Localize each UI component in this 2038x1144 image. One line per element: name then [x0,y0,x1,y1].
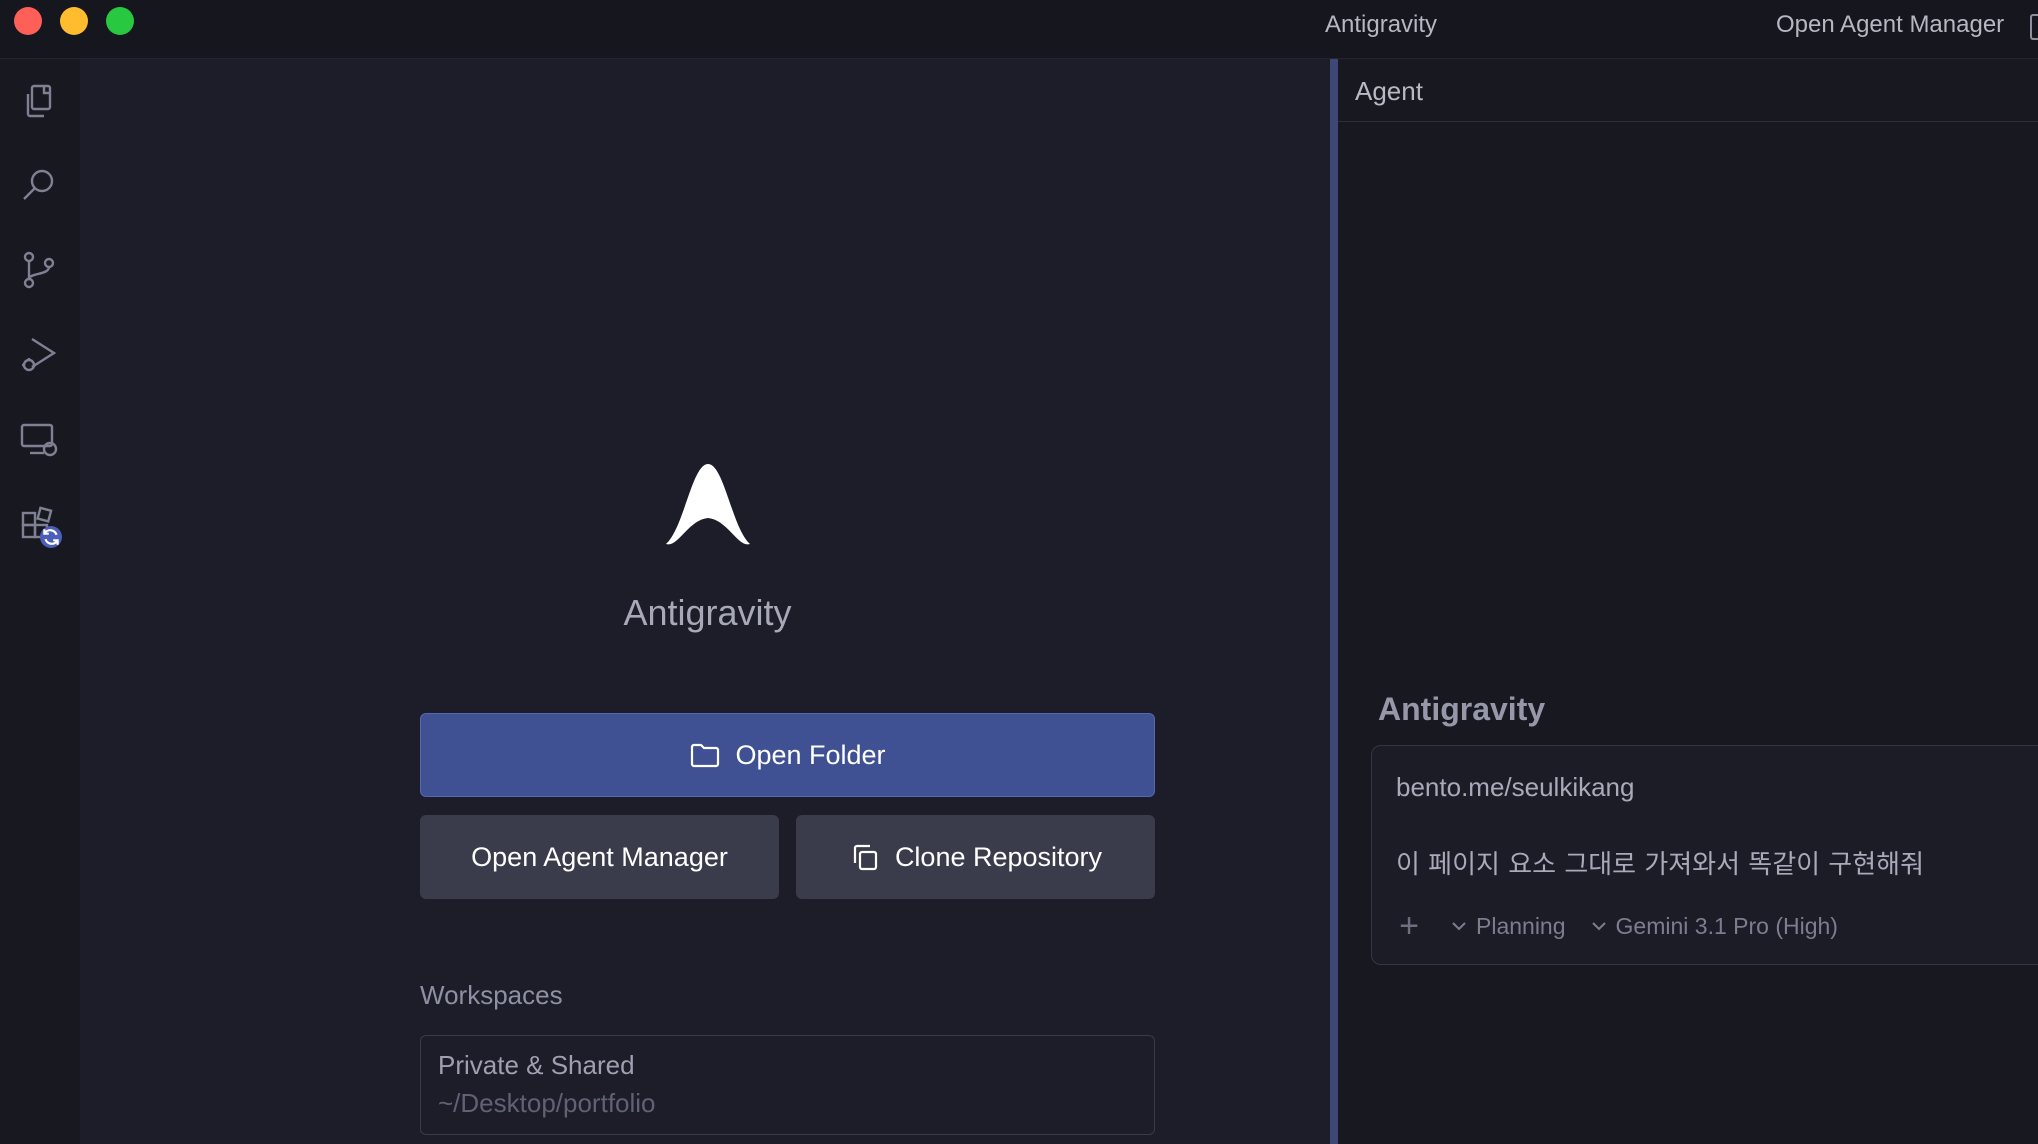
workspace-path: ~/Desktop/portfolio [438,1088,656,1118]
agent-panel-header: Agent [1338,59,2038,122]
add-context-icon[interactable]: + [1392,909,1426,943]
folder-icon [691,743,720,768]
explorer-icon[interactable] [18,81,60,123]
agent-panel: Agent Antigravity bento.me/seulkikang 이 … [1338,59,2038,1144]
activity-bar [0,59,80,1144]
prompt-text-line-1: bento.me/seulkikang [1396,772,1635,802]
prompt-text-line-2: 이 페이지 요소 그대로 가져와서 똑같이 구현해줘 [1396,850,1924,880]
extensions-icon[interactable] [18,504,62,548]
agent-tab-title[interactable]: Agent [1355,76,1423,107]
editor-area: Antigravity Open Folder Open Agent Manag… [80,59,1330,1144]
agent-panel-title: Antigravity [1378,691,1546,727]
window-title: Antigravity [1325,11,1438,38]
mode-dropdown-label: Planning [1476,912,1566,939]
agent-prompt-input[interactable]: bento.me/seulkikang 이 페이지 요소 그대로 가져와서 똑같… [1371,745,2038,965]
open-agent-manager-label: Open Agent Manager [471,841,728,872]
chevron-down-icon [1452,922,1466,931]
clone-repository-label: Clone Repository [894,841,1103,872]
close-window-button[interactable] [14,7,42,35]
model-dropdown-label: Gemini 3.1 Pro (High) [1615,912,1838,939]
chevron-down-icon [1591,922,1606,931]
clone-repository-button[interactable]: Clone Repository [796,815,1155,899]
zoom-window-button[interactable] [106,7,134,35]
antigravity-logo-icon [666,464,750,545]
search-icon[interactable] [18,164,60,206]
workspace-item[interactable]: Private & Shared ~/Desktop/portfolio [420,1035,1155,1135]
mode-dropdown[interactable]: Planning [1450,913,1566,940]
source-control-icon[interactable] [18,249,60,291]
titlebar-open-agent-manager-button[interactable]: Open Agent Manager [1776,11,2004,39]
sync-badge-icon [40,526,62,548]
remote-explorer-icon[interactable] [18,419,60,461]
open-folder-label: Open Folder [735,739,886,770]
workspace-name: Private & Shared [438,1050,635,1080]
title-bar: Antigravity Open Agent Manager [0,0,2038,59]
open-agent-manager-button[interactable]: Open Agent Manager [420,815,779,899]
run-debug-icon[interactable] [18,334,60,376]
workspaces-heading: Workspaces [420,980,563,1010]
model-dropdown[interactable]: Gemini 3.1 Pro (High) [1590,913,1838,940]
welcome-brand-title: Antigravity [623,592,792,633]
open-folder-button[interactable]: Open Folder [420,713,1155,797]
minimize-window-button[interactable] [60,7,88,35]
clone-icon [853,844,878,871]
panel-resize-handle[interactable] [1330,59,1338,1144]
layout-toggle-icon[interactable] [2030,14,2038,40]
prompt-toolbar: + Planning Gemini 3.1 Pro (High) [1392,906,1838,946]
